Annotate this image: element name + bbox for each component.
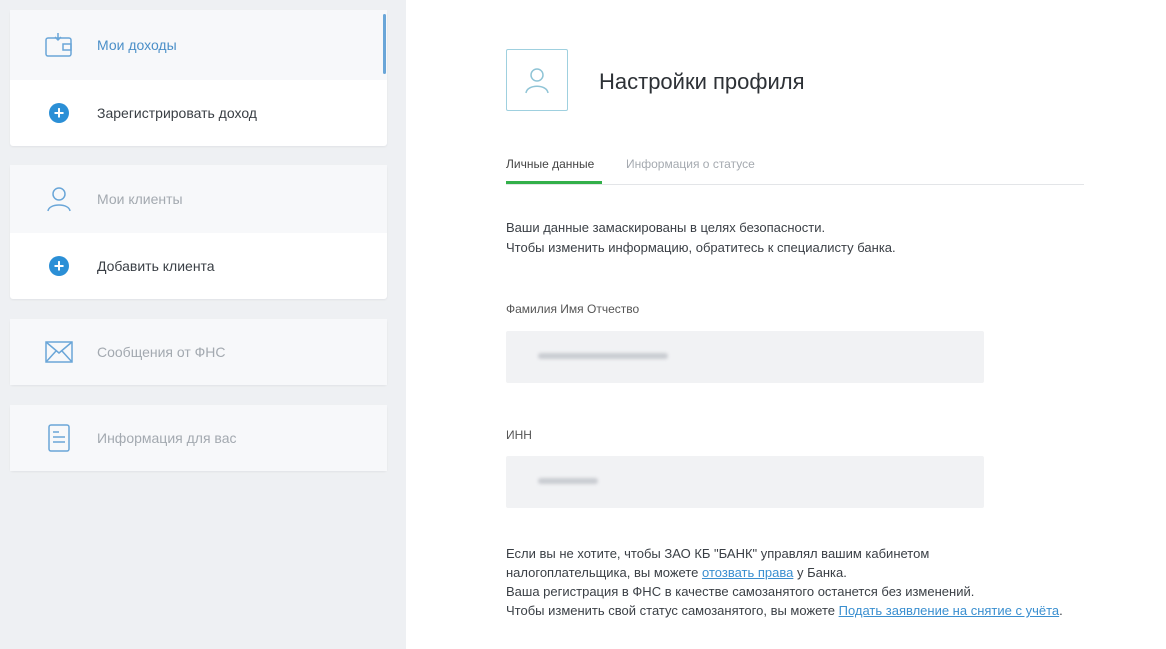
- plus-circle-icon: +: [44, 251, 74, 281]
- income-card: Мои доходы + Зарегистрировать доход: [10, 10, 387, 146]
- management-info: Если вы не хотите, чтобы ЗАО КБ "БАНК" у…: [506, 544, 1066, 620]
- wallet-icon: [44, 30, 74, 60]
- revoke-rights-link[interactable]: отозвать права: [702, 565, 793, 580]
- sidebar-item-label: Сообщения от ФНС: [97, 344, 226, 360]
- sidebar-item-label: Мои клиенты: [97, 191, 183, 207]
- sidebar-item-register-income[interactable]: + Зарегистрировать доход: [10, 80, 387, 146]
- info-line: налогоплательщика, вы можете отозвать пр…: [506, 565, 847, 580]
- profile-panel: Настройки профиля Личные данные Информац…: [406, 0, 1166, 649]
- messages-card: Сообщения от ФНС: [10, 319, 387, 385]
- info-line: Ваша регистрация в ФНС в качестве самоза…: [506, 584, 975, 599]
- masked-notice-line: Чтобы изменить информацию, обратитесь к …: [506, 240, 896, 255]
- sidebar-item-label: Мои доходы: [97, 37, 177, 53]
- page-title: Настройки профиля: [599, 69, 805, 94]
- fio-field: [506, 331, 984, 383]
- document-icon: [44, 423, 74, 453]
- masked-notice: Ваши данные замаскированы в целях безопа…: [506, 218, 896, 258]
- sidebar-item-my-clients[interactable]: Мои клиенты: [10, 165, 387, 233]
- masked-value: [538, 478, 598, 484]
- masked-value: [538, 353, 668, 359]
- tab-status-info[interactable]: Информация о статусе: [626, 157, 755, 171]
- info-card: Информация для вас: [10, 405, 387, 471]
- sidebar-item-add-client[interactable]: + Добавить клиента: [10, 233, 387, 299]
- sidebar-item-my-income[interactable]: Мои доходы: [10, 10, 387, 80]
- user-icon: [44, 184, 74, 214]
- sidebar-item-label: Добавить клиента: [97, 258, 215, 274]
- user-icon: [525, 68, 549, 94]
- clients-card: Мои клиенты + Добавить клиента: [10, 165, 387, 299]
- tabs: Личные данные Информация о статусе: [506, 152, 1084, 185]
- sidebar: Мои доходы + Зарегистрировать доход Мои …: [0, 0, 406, 649]
- inn-label: ИНН: [506, 428, 532, 442]
- plus-circle-icon: +: [44, 98, 74, 128]
- envelope-icon: [44, 337, 74, 367]
- sidebar-item-label: Информация для вас: [97, 430, 237, 446]
- sidebar-item-info-for-you[interactable]: Информация для вас: [10, 405, 387, 471]
- sidebar-item-fns-messages[interactable]: Сообщения от ФНС: [10, 319, 387, 385]
- masked-notice-line: Ваши данные замаскированы в целях безопа…: [506, 220, 826, 235]
- info-line: Чтобы изменить свой статус самозанятого,…: [506, 603, 1063, 618]
- active-indicator: [383, 14, 386, 74]
- inn-field: [506, 456, 984, 508]
- tab-personal-data[interactable]: Личные данные: [506, 157, 594, 171]
- avatar: [506, 49, 568, 111]
- active-tab-indicator: [506, 181, 602, 184]
- info-line: Если вы не хотите, чтобы ЗАО КБ "БАНК" у…: [506, 546, 930, 561]
- deregistration-link[interactable]: Подать заявление на снятие с учёта: [839, 603, 1060, 618]
- sidebar-item-label: Зарегистрировать доход: [97, 105, 257, 121]
- fio-label: Фамилия Имя Отчество: [506, 302, 640, 316]
